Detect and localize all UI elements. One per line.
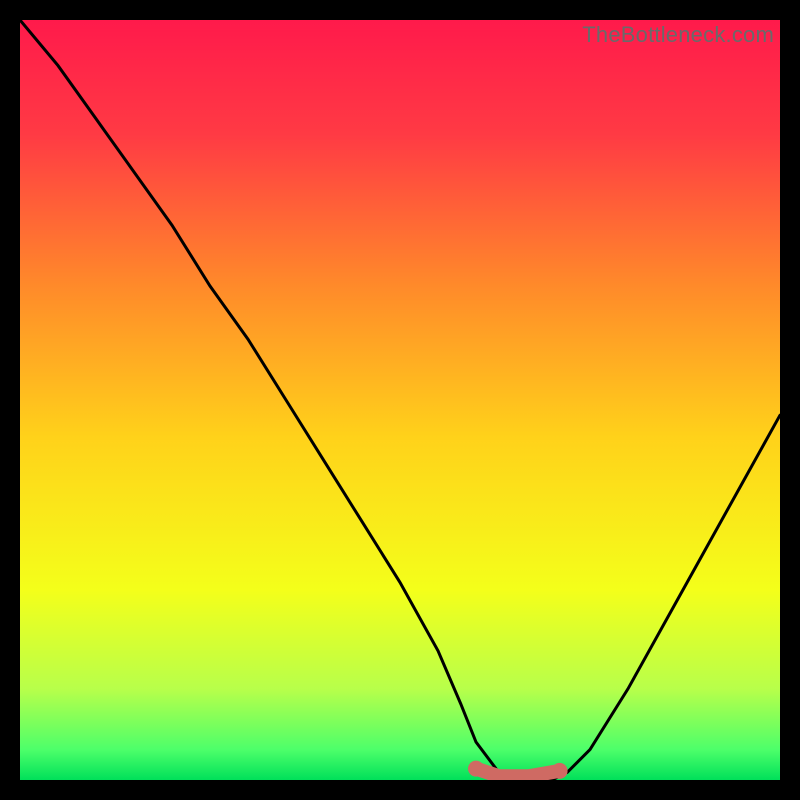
highlight-endpoint-dot (468, 761, 484, 777)
bottleneck-chart (20, 20, 780, 780)
highlight-endpoint-dot (552, 763, 568, 779)
chart-frame: TheBottleneck.com (20, 20, 780, 780)
gradient-background (20, 20, 780, 780)
bottleneck-minimum-highlight (476, 769, 560, 777)
